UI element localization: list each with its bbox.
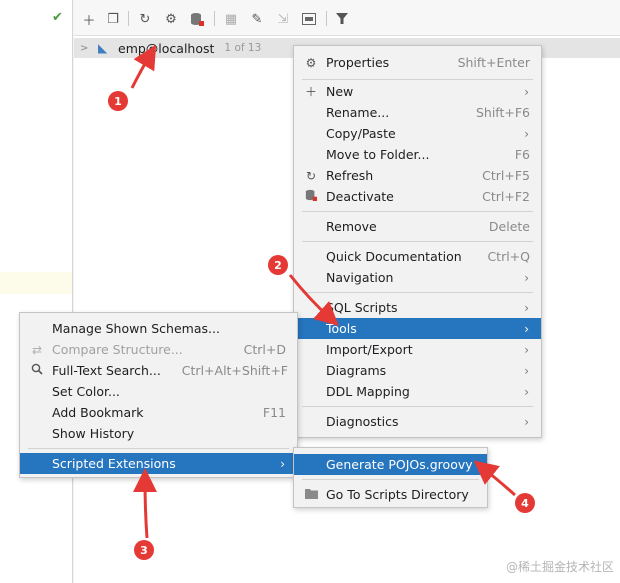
menu-item-navigation[interactable]: Navigation › bbox=[294, 267, 541, 288]
menu-item-scripted-extensions[interactable]: Scripted Extensions › bbox=[20, 453, 297, 474]
annotation-badge-3: 3 bbox=[134, 540, 154, 560]
menu-separator bbox=[302, 211, 533, 212]
menu-item-tools[interactable]: Tools › bbox=[294, 318, 541, 339]
left-panel: ✔ bbox=[0, 0, 73, 583]
search-icon bbox=[30, 363, 44, 378]
menu-item-show-history[interactable]: Show History bbox=[20, 423, 297, 444]
chevron-right-icon: › bbox=[524, 126, 529, 141]
chevron-right-icon: › bbox=[524, 270, 529, 285]
annotation-badge-1: 1 bbox=[108, 91, 128, 111]
folder-icon bbox=[304, 488, 318, 502]
menu-item-diagnostics[interactable]: Diagnostics › bbox=[294, 411, 541, 432]
compare-icon: ⇄ bbox=[31, 342, 43, 357]
menu-item-add-bookmark[interactable]: Add Bookmark F11 bbox=[20, 402, 297, 423]
menu-item-diagrams[interactable]: Diagrams › bbox=[294, 360, 541, 381]
menu-separator bbox=[302, 292, 533, 293]
menu-item-compare-structure[interactable]: ⇄ Compare Structure... Ctrl+D bbox=[20, 339, 297, 360]
chevron-right-icon[interactable]: > bbox=[80, 43, 90, 54]
menu-separator bbox=[302, 406, 533, 407]
chevron-right-icon: › bbox=[524, 84, 529, 99]
duplicate-icon[interactable]: ❐ bbox=[104, 10, 122, 28]
menu-item-manage-shown-schemas[interactable]: Manage Shown Schemas... bbox=[20, 318, 297, 339]
menu-separator bbox=[302, 241, 533, 242]
annotation-badge-2: 2 bbox=[268, 255, 288, 275]
chevron-right-icon: › bbox=[524, 300, 529, 315]
menu-item-deactivate[interactable]: Deactivate Ctrl+F2 bbox=[294, 186, 541, 207]
menu-separator bbox=[28, 448, 289, 449]
refresh-icon[interactable]: ↻ bbox=[136, 10, 154, 28]
chevron-right-icon: › bbox=[524, 321, 529, 336]
chevron-right-icon: › bbox=[524, 414, 529, 429]
menu-separator bbox=[302, 479, 479, 480]
menu-item-generate-pojos[interactable]: Generate POJOs.groovy bbox=[294, 454, 487, 475]
menu-item-properties[interactable]: ⚙ Properties Shift+Enter bbox=[294, 52, 541, 73]
jump-icon[interactable]: ⇲ bbox=[274, 10, 292, 28]
scripted-extensions-submenu: Generate POJOs.groovy Go To Scripts Dire… bbox=[293, 447, 488, 508]
menu-item-import-export[interactable]: Import/Export › bbox=[294, 339, 541, 360]
annotation-badge-4: 4 bbox=[515, 493, 535, 513]
tools-submenu: Manage Shown Schemas... ⇄ Compare Struct… bbox=[19, 312, 298, 478]
toolbar-separator bbox=[326, 11, 327, 26]
refresh-icon: ↻ bbox=[305, 168, 317, 183]
properties-icon[interactable]: ⚙ bbox=[162, 10, 180, 28]
menu-item-sql-scripts[interactable]: SQL Scripts › bbox=[294, 297, 541, 318]
menu-item-full-text-search[interactable]: Full-Text Search... Ctrl+Alt+Shift+F bbox=[20, 360, 297, 381]
connection-label: emp@localhost bbox=[118, 40, 215, 56]
toolbar-separator bbox=[214, 11, 215, 26]
menu-item-refresh[interactable]: ↻ Refresh Ctrl+F5 bbox=[294, 165, 541, 186]
menu-item-remove[interactable]: Remove Delete bbox=[294, 216, 541, 237]
menu-item-new[interactable]: ＋ New › bbox=[294, 81, 541, 102]
menu-item-rename[interactable]: Rename... Shift+F6 bbox=[294, 102, 541, 123]
schema-count: 1 of 13 bbox=[224, 42, 262, 54]
properties-icon: ⚙ bbox=[305, 55, 317, 70]
query-console-icon[interactable] bbox=[300, 10, 318, 28]
database-toolbar: ＋ ❐ ↻ ⚙ ▦ ✎ ⇲ bbox=[74, 0, 620, 36]
deactivate-icon bbox=[304, 189, 318, 204]
filter-icon[interactable] bbox=[333, 10, 351, 28]
highlighted-line bbox=[0, 272, 72, 294]
menu-item-go-to-scripts-directory[interactable]: Go To Scripts Directory bbox=[294, 484, 487, 505]
chevron-right-icon: › bbox=[524, 384, 529, 399]
menu-item-move-to-folder[interactable]: Move to Folder... F6 bbox=[294, 144, 541, 165]
context-menu: ⚙ Properties Shift+Enter ＋ New › Rename.… bbox=[293, 45, 542, 438]
check-icon: ✔ bbox=[52, 10, 63, 25]
menu-item-copy-paste[interactable]: Copy/Paste › bbox=[294, 123, 541, 144]
chevron-right-icon: › bbox=[280, 456, 285, 471]
menu-item-ddl-mapping[interactable]: DDL Mapping › bbox=[294, 381, 541, 402]
watermark: @稀土掘金技术社区 bbox=[505, 560, 614, 574]
menu-item-set-color[interactable]: Set Color... bbox=[20, 381, 297, 402]
database-icon: ◣ bbox=[98, 41, 108, 55]
chevron-right-icon: › bbox=[524, 363, 529, 378]
table-icon[interactable]: ▦ bbox=[222, 10, 240, 28]
plus-icon: ＋ bbox=[304, 85, 317, 99]
edit-icon[interactable]: ✎ bbox=[248, 10, 266, 28]
add-icon[interactable]: ＋ bbox=[80, 10, 98, 29]
menu-item-quick-documentation[interactable]: Quick Documentation Ctrl+Q bbox=[294, 246, 541, 267]
menu-separator bbox=[302, 79, 533, 80]
chevron-right-icon: › bbox=[524, 342, 529, 357]
deactivate-icon[interactable] bbox=[188, 10, 206, 28]
toolbar-separator bbox=[128, 11, 129, 26]
